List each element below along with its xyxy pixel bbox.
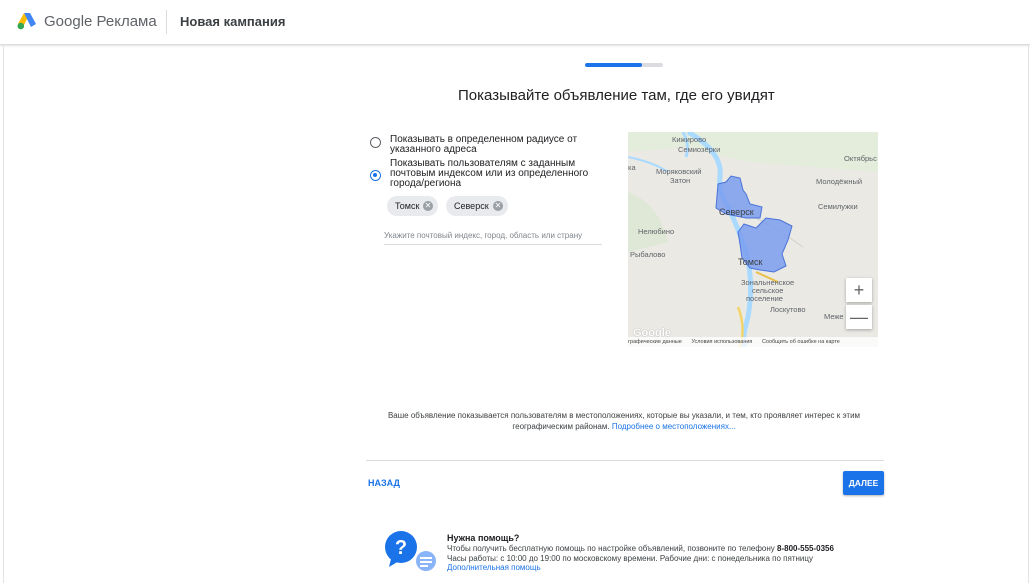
next-button[interactable]: ДАЛЕЕ — [843, 471, 884, 495]
map-label: Моряковский — [656, 167, 702, 176]
map-zoom-in-button[interactable]: + — [846, 278, 872, 302]
map-report-link[interactable]: Сообщить об ошибке на карте — [762, 339, 840, 345]
map-label: Лоскутово — [770, 305, 806, 314]
map-data-text: графические данные — [628, 339, 682, 345]
map-label: поселение — [746, 294, 783, 303]
map-zoom-out-button[interactable]: — — [846, 305, 872, 329]
location-map[interactable]: Кижирово Семиозёрки Октябрьс ка Моряковс… — [628, 132, 878, 347]
chip-remove-icon[interactable]: ✕ — [423, 201, 433, 211]
option-postal[interactable]: Показывать пользователям с заданным почт… — [370, 159, 610, 191]
svg-text:?: ? — [395, 537, 407, 559]
map-footer: графические данные Условия использования… — [628, 337, 878, 347]
help-phone-text: Чтобы получить бесплатную помощь по наст… — [447, 544, 775, 553]
help-phone-number: 8-800-555-0356 — [777, 544, 834, 553]
map-label: Затон — [670, 176, 691, 185]
map-label: Меже — [824, 312, 844, 321]
map-label: Молодёжный — [816, 177, 863, 186]
map-label: Семилужки — [818, 202, 858, 211]
chip-label: Северск — [454, 201, 489, 211]
map-label-seversk: Северск — [719, 207, 754, 217]
top-app-bar: Google Реклама Новая кампания — [0, 0, 1030, 45]
help-line-phone: Чтобы получить бесплатную помощь по наст… — [447, 544, 834, 553]
google-ads-logo-icon[interactable] — [17, 12, 37, 30]
map-label-tomsk: Томск — [738, 257, 763, 267]
back-button[interactable]: НАЗАД — [368, 478, 400, 488]
option-radius[interactable]: Показывать в определенном радиусе от ука… — [370, 135, 610, 157]
option-postal-label: Показывать пользователям с заданным почт… — [390, 158, 589, 189]
campaign-title: Новая кампания — [180, 14, 286, 29]
location-search-input[interactable] — [384, 227, 602, 245]
help-line-hours: Часы работы: с 10:00 до 19:00 по московс… — [447, 554, 813, 563]
brand-google: Google — [44, 13, 93, 30]
page-heading: Показывайте объявление там, где его увид… — [458, 87, 775, 104]
radio-postal[interactable] — [370, 170, 381, 181]
map-terms-link[interactable]: Условия использования — [691, 339, 752, 345]
chip-remove-icon[interactable]: ✕ — [493, 201, 503, 211]
radio-radius[interactable] — [370, 137, 381, 148]
map-label: ка — [628, 163, 636, 172]
learn-more-link[interactable]: Подробнее о местоположениях... — [612, 422, 736, 431]
help-title: Нужна помощь? — [447, 533, 520, 543]
map-label: Кижирово — [672, 135, 707, 144]
option-radius-label: Показывать в определенном радиусе от ука… — [390, 134, 578, 155]
chip-label: Томск — [395, 201, 420, 211]
step-progress-fill — [585, 63, 642, 67]
more-help-link[interactable]: Дополнительная помощь — [447, 563, 541, 572]
map-label: Семиозёрки — [678, 145, 721, 154]
map-label: Рыбалово — [630, 250, 666, 259]
map-label: Нелюбино — [638, 227, 675, 236]
location-chip-seversk[interactable]: Северск ✕ — [446, 196, 508, 216]
footer-divider — [366, 460, 884, 461]
step-progress-bar — [585, 63, 663, 67]
brand-product: Реклама — [96, 13, 157, 30]
header-divider — [166, 10, 167, 34]
location-chip-tomsk[interactable]: Томск ✕ — [387, 196, 438, 216]
brand-name: Google Реклама — [44, 13, 157, 30]
map-label: Октябрьс — [844, 154, 877, 163]
help-chat-icon: ? — [385, 531, 436, 571]
location-description: Ваше объявление показывается пользовател… — [366, 410, 882, 432]
